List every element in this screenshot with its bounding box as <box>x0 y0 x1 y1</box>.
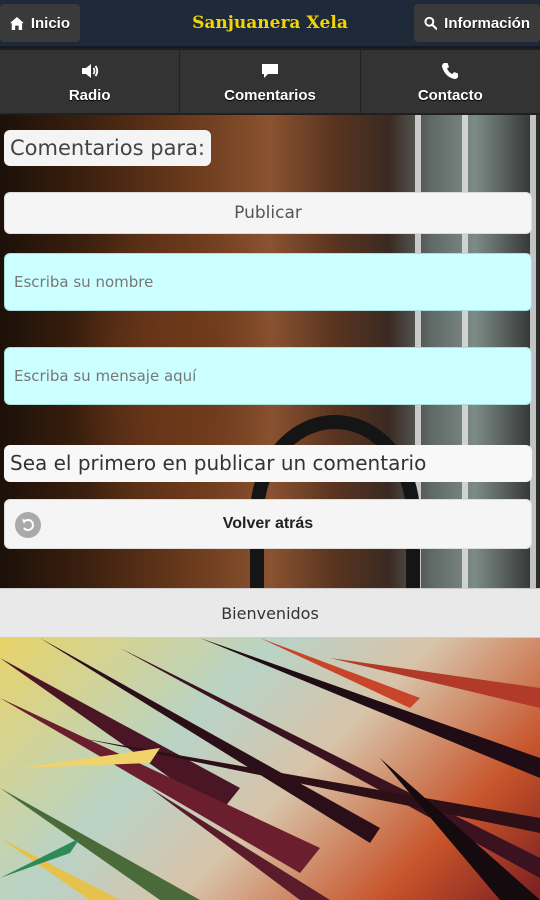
nav-comentarios-label: Comentarios <box>224 86 316 104</box>
back-button[interactable]: Volver atrás <box>4 499 532 549</box>
footer: Bienvenidos <box>0 588 540 638</box>
nav-contacto-label: Contacto <box>417 86 483 104</box>
comment-icon <box>259 60 281 82</box>
app-header: Inicio Sanjuanera Xela Información <box>0 0 540 48</box>
phone-icon <box>439 60 461 82</box>
info-label: Información <box>444 14 530 32</box>
nav-comentarios[interactable]: Comentarios <box>180 50 361 113</box>
home-icon <box>10 16 24 30</box>
back-label: Volver atrás <box>222 515 314 532</box>
home-button[interactable]: Inicio <box>0 4 80 42</box>
comments-section: Comentarios para: Publicar Escriba su no… <box>0 115 540 588</box>
comments-heading: Comentarios para: <box>4 130 212 166</box>
message-field[interactable]: Escriba su mensaje aquí <box>4 347 532 405</box>
empty-comments-text: Sea el primero en publicar un comentario <box>4 445 532 482</box>
speaker-icon <box>79 60 101 82</box>
navbar: Radio Comentarios Contacto <box>0 50 540 114</box>
back-icon <box>15 512 41 538</box>
publish-button[interactable]: Publicar <box>4 192 532 234</box>
nav-radio[interactable]: Radio <box>0 50 181 113</box>
search-icon <box>424 16 438 30</box>
name-field[interactable]: Escriba su nombre <box>4 253 532 311</box>
nav-radio-label: Radio <box>68 86 111 104</box>
decorative-background-art <box>0 638 540 900</box>
info-button[interactable]: Información <box>414 4 540 42</box>
nav-contacto[interactable]: Contacto <box>361 50 540 113</box>
app-title: Sanjuanera Xela <box>192 13 348 33</box>
home-label: Inicio <box>30 14 70 32</box>
